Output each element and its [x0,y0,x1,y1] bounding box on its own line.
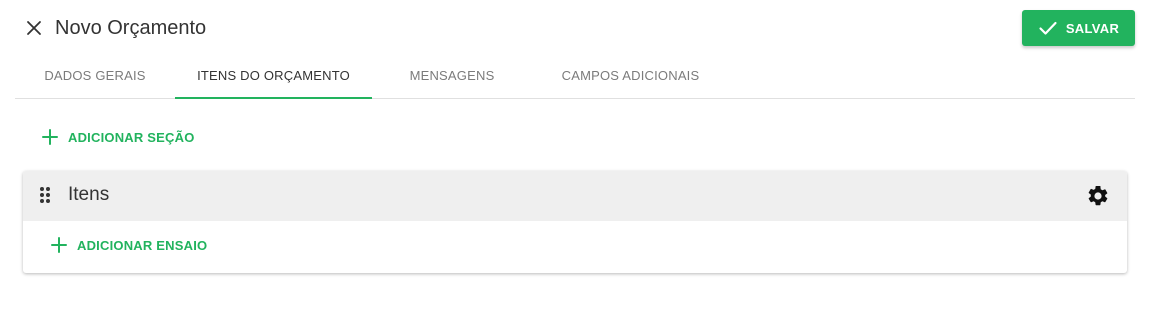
plus-icon [41,128,59,146]
add-section-label: ADICIONAR SEÇÃO [68,129,195,145]
page-title: Novo Orçamento [55,17,207,39]
tab-itens-do-orcamento[interactable]: ITENS DO ORÇAMENTO [175,52,372,99]
section-card: Itens ADICIONAR ENSAIO [23,171,1127,273]
add-section-button[interactable]: ADICIONAR SEÇÃO [41,128,195,146]
tab-bar: DADOS GERAIS ITENS DO ORÇAMENTO MENSAGEN… [15,52,1135,99]
section-header: Itens [23,171,1127,221]
tab-mensagens[interactable]: MENSAGENS [372,52,532,98]
close-icon [27,21,41,35]
close-button[interactable] [22,16,46,40]
tab-campos-adicionais[interactable]: CAMPOS ADICIONAIS [532,52,729,98]
save-button-label: SALVAR [1065,20,1120,36]
check-icon [1038,18,1058,38]
gear-icon[interactable] [1086,184,1110,208]
plus-icon [50,236,68,254]
tab-dados-gerais[interactable]: DADOS GERAIS [15,52,175,98]
add-test-button[interactable]: ADICIONAR ENSAIO [50,236,207,254]
save-button[interactable]: SALVAR [1022,10,1135,46]
section-title: Itens [68,184,110,205]
add-test-label: ADICIONAR ENSAIO [77,237,208,253]
app-header: Novo Orçamento SALVAR [0,0,1152,56]
drag-handle-icon[interactable] [37,185,53,205]
